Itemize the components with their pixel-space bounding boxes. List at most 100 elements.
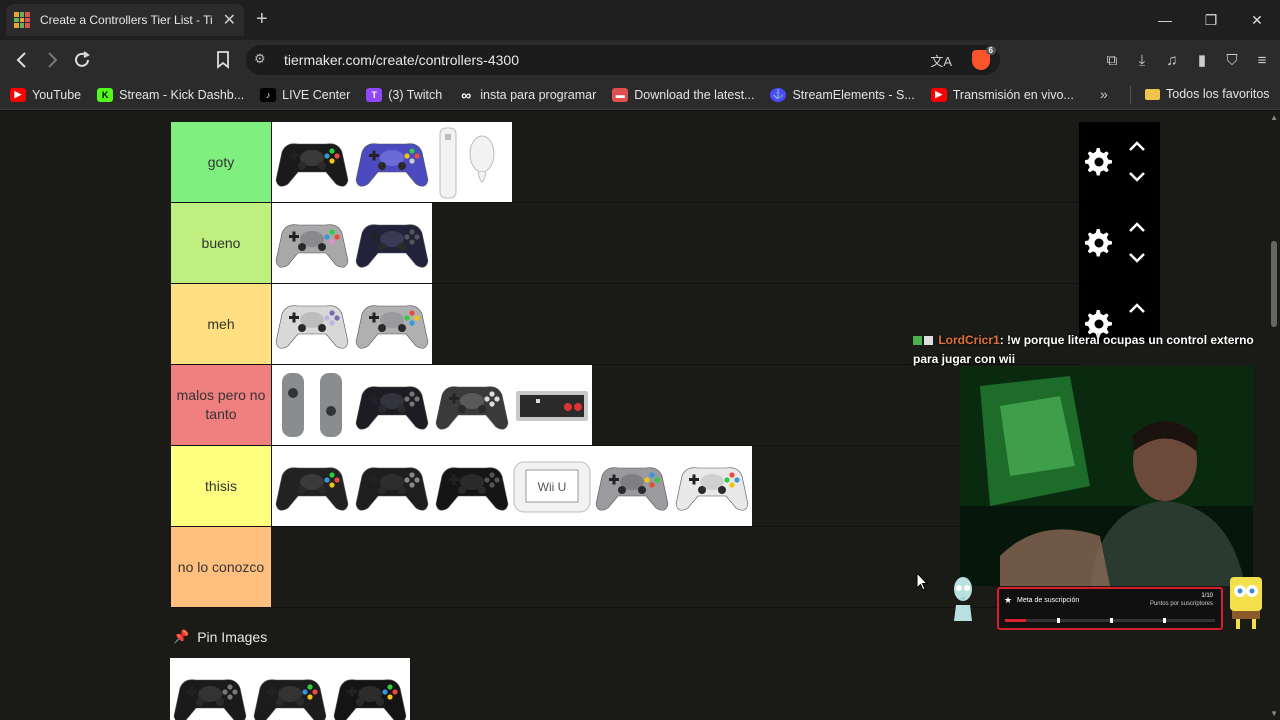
ps2-controller-image[interactable] — [352, 203, 432, 283]
mouse-cursor-icon — [916, 572, 928, 591]
reload-icon[interactable] — [70, 48, 94, 72]
streamelements-icon: ⚓ — [770, 87, 787, 102]
snes-controller-image[interactable] — [352, 284, 432, 364]
joy-con-image[interactable] — [272, 365, 352, 445]
close-tab-icon[interactable]: ✕ — [223, 10, 236, 30]
pin-images-title: Pin Images — [197, 629, 268, 645]
xbox-one-controller-wired-image[interactable] — [250, 658, 330, 720]
scroll-down-icon[interactable]: ▼ — [1270, 709, 1278, 718]
move-down-icon[interactable] — [1127, 251, 1147, 265]
url-text[interactable]: tiermaker.com/create/controllers-4300 — [284, 52, 519, 68]
tier-label[interactable]: bueno — [171, 203, 271, 283]
bookmark-youtube-live[interactable]: ▶ Transmisión en vivo... — [930, 87, 1074, 102]
chat-overlay: LordCricr1: !w porque literal ocupas un … — [913, 331, 1263, 369]
switch-pro-controller-image[interactable] — [432, 365, 512, 445]
all-bookmarks-folder[interactable]: Todos los favoritos — [1145, 87, 1270, 101]
xbox-duke-controller-image[interactable] — [272, 446, 352, 526]
scrollbar-thumb[interactable] — [1271, 241, 1277, 327]
saturn-3d-controller-image[interactable] — [352, 446, 432, 526]
address-bar[interactable]: ⚙ tiermaker.com/create/controllers-4300 … — [246, 45, 1000, 75]
restore-icon[interactable]: ❐ — [1188, 0, 1234, 40]
goal-marker — [1057, 618, 1060, 623]
goal-subtitle: Puntos por suscriptores — [1149, 601, 1213, 607]
gamecube-controller-image[interactable] — [352, 122, 432, 202]
genesis-controller-image[interactable] — [432, 446, 512, 526]
gear-icon[interactable] — [1085, 229, 1113, 257]
move-up-icon[interactable] — [1127, 301, 1147, 315]
sidebar-icon[interactable]: ▮ — [1192, 48, 1212, 72]
bookmark-tiktok[interactable]: ♪ LIVE Center — [260, 87, 350, 102]
snes-controller-us-image[interactable] — [272, 284, 352, 364]
ps4-controller-image[interactable] — [352, 365, 432, 445]
bookmark-kick[interactable]: K Stream - Kick Dashb... — [97, 87, 244, 102]
media-icon[interactable]: ♫ — [1162, 48, 1182, 72]
tier-items[interactable] — [272, 122, 512, 202]
wii-u-gamepad-image[interactable]: Wii U — [512, 446, 592, 526]
wii-remote-nunchuk-image[interactable] — [432, 122, 512, 202]
tier-control-goty — [1079, 122, 1160, 203]
tier-items[interactable] — [272, 365, 592, 445]
streamer-webcam-image — [960, 366, 1253, 586]
screenshot-icon[interactable]: ⧉ — [1102, 48, 1122, 72]
brave-shields-icon[interactable]: 6 — [972, 46, 996, 70]
move-down-icon[interactable] — [1127, 170, 1147, 184]
tier-label[interactable]: goty — [171, 122, 271, 202]
toolbar-actions: ⧉ ⤓ ♫ ▮ ⛉ ≡ — [1102, 48, 1272, 72]
bookmark-streamelements[interactable]: ⚓ StreamElements - S... — [770, 87, 915, 102]
menu-icon[interactable]: ≡ — [1252, 48, 1272, 72]
ps3-controller-image[interactable] — [170, 658, 250, 720]
twitch-icon: T — [366, 87, 383, 102]
tier-row[interactable]: malos pero no tanto — [171, 365, 1079, 446]
move-up-icon[interactable] — [1127, 139, 1147, 153]
tier-label[interactable]: malos pero no tanto — [171, 365, 271, 445]
tier-label[interactable]: thisis — [171, 446, 271, 526]
more-bookmarks-icon[interactable]: » — [1100, 86, 1108, 102]
pin-images-heading: 📌 Pin Images — [173, 629, 267, 645]
goal-marker — [1163, 618, 1166, 623]
new-tab-icon[interactable]: + — [256, 8, 268, 31]
xbox-series-controller-image[interactable] — [330, 658, 410, 720]
tier-control-bueno — [1079, 203, 1160, 284]
bookmark-download[interactable]: ▬ Download the latest... — [612, 87, 754, 102]
tier-row[interactable]: thisis Wii U — [171, 446, 1079, 527]
subscriber-badge-icon — [913, 336, 922, 345]
xbox-360-controller-image[interactable] — [272, 122, 352, 202]
close-window-icon[interactable]: ✕ — [1234, 0, 1280, 40]
forward-icon[interactable] — [40, 48, 64, 72]
browser-tab-active[interactable]: Create a Controllers Tier List - Ti ✕ — [6, 4, 244, 36]
site-info-icon[interactable]: ⚙ — [254, 51, 266, 67]
bookmark-icon[interactable] — [211, 48, 235, 72]
bookmark-insta[interactable]: ∞ insta para programar — [458, 87, 596, 103]
translate-icon[interactable]: 文A — [930, 51, 952, 70]
tier-row[interactable]: bueno — [171, 203, 1079, 284]
gear-icon[interactable] — [1085, 148, 1113, 176]
bookmark-youtube[interactable]: ▶ YouTube — [10, 87, 81, 102]
tier-label[interactable]: meh — [171, 284, 271, 364]
bookmark-label: Transmisión en vivo... — [952, 87, 1074, 102]
nes-controller-image[interactable] — [512, 365, 592, 445]
youtube-icon: ▶ — [10, 87, 26, 102]
tier-label[interactable]: no lo conozco — [171, 527, 271, 607]
goal-title: Meta de suscripción — [1017, 597, 1080, 604]
tier-items[interactable]: Wii U — [272, 446, 752, 526]
bookmark-twitch[interactable]: T (3) Twitch — [366, 87, 442, 102]
n64-controller-image[interactable] — [592, 446, 672, 526]
kick-icon: K — [97, 87, 114, 102]
vpn-icon[interactable]: ⛉ — [1222, 48, 1242, 72]
tier-row[interactable]: no lo conozco — [171, 527, 1079, 608]
goal-count: 1/10 — [1201, 593, 1213, 599]
tier-items[interactable] — [272, 284, 432, 364]
divider — [1130, 86, 1131, 104]
scroll-up-icon[interactable]: ▲ — [1270, 113, 1278, 122]
back-icon[interactable] — [10, 48, 34, 72]
tier-row[interactable]: goty — [171, 122, 1079, 203]
tab-bar: Create a Controllers Tier List - Ti ✕ + … — [0, 0, 1280, 40]
tier-items[interactable] — [272, 203, 432, 283]
move-up-icon[interactable] — [1127, 220, 1147, 234]
dreamcast-controller-image[interactable] — [672, 446, 752, 526]
minimize-icon[interactable]: — — [1142, 0, 1188, 40]
goal-progress-bar — [1005, 618, 1215, 623]
subscription-goal-widget: ★ Meta de suscripción 1/10 Puntos por su… — [997, 587, 1223, 630]
download-icon[interactable]: ⤓ — [1132, 48, 1152, 72]
ps1-controller-image[interactable] — [272, 203, 352, 283]
